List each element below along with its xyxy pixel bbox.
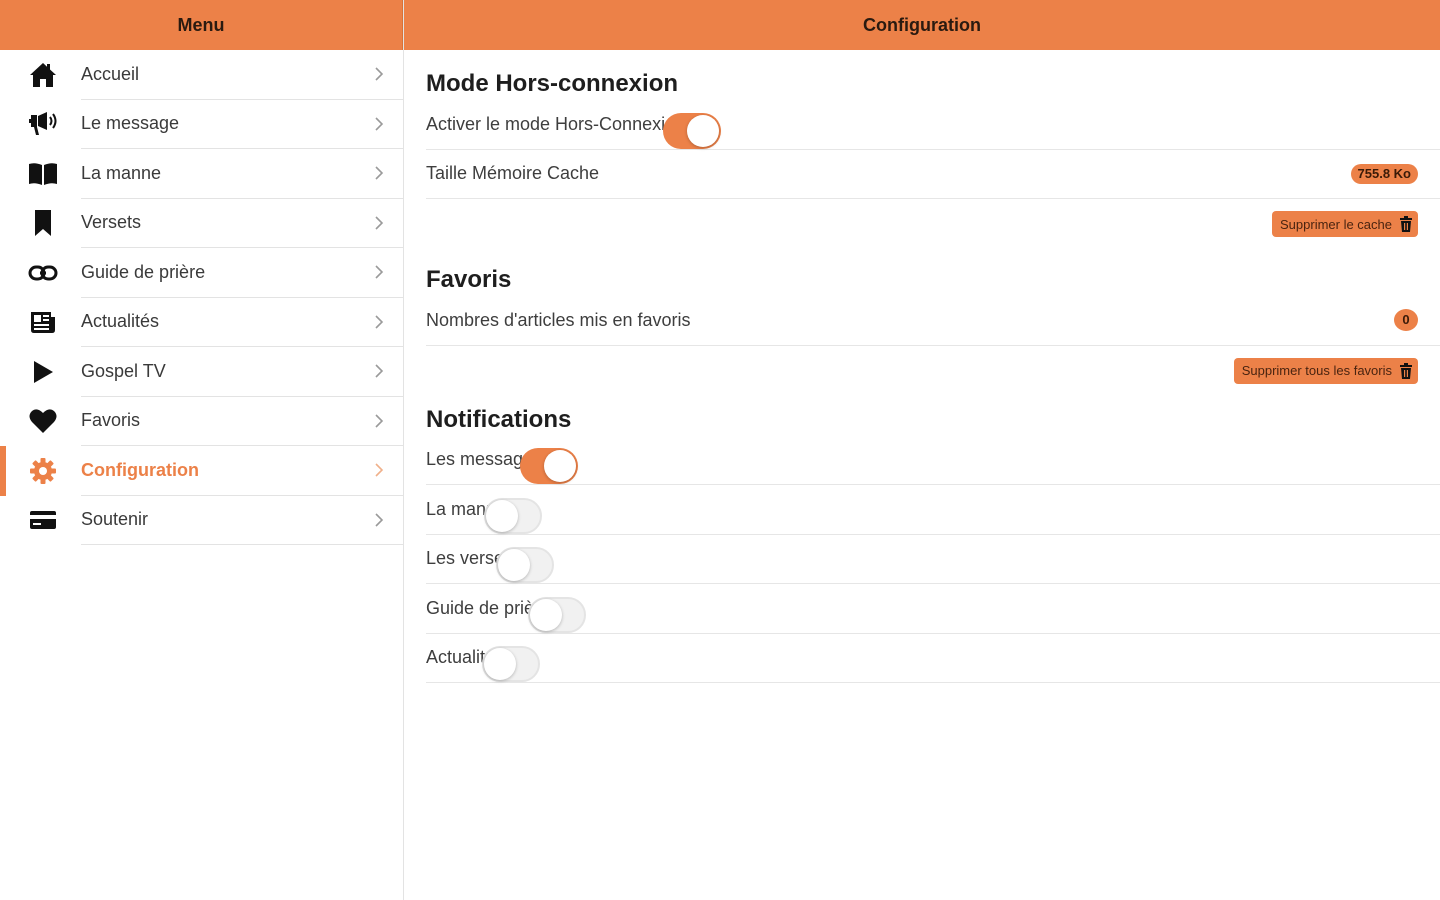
chevron-right-icon [375, 265, 384, 279]
sidebar-item-accueil[interactable]: Accueil [0, 50, 403, 100]
book-icon [28, 159, 58, 189]
sidebar-item-label: Guide de prière [81, 261, 206, 282]
main-header: Configuration [404, 0, 1440, 50]
chevron-right-icon [375, 513, 384, 527]
notif-guide-row: Guide de prière [426, 584, 1440, 634]
main-panel: Configuration Mode Hors-connexion Active… [404, 0, 1440, 900]
clear-cache-row: Supprimer le cache [426, 199, 1440, 249]
sidebar-item-label: Configuration [81, 459, 199, 480]
sidebar-item-la-manne[interactable]: La manne [0, 149, 403, 199]
sidebar-item-label: Actualités [81, 311, 160, 332]
toggle-knob [687, 114, 720, 147]
notif-versets-row: Les versets [426, 535, 1440, 584]
notif-versets-toggle[interactable] [496, 547, 555, 583]
cache-size-label: Taille Mémoire Cache [426, 163, 600, 184]
chevron-right-icon [375, 216, 384, 230]
sidebar-item-label: Soutenir [81, 509, 149, 530]
bookmark-icon [28, 208, 58, 238]
sidebar-item-configuration[interactable]: Configuration [0, 446, 403, 496]
trash-icon [1400, 362, 1412, 379]
toggle-knob [484, 648, 517, 680]
link-icon [28, 258, 58, 288]
settings-content: Mode Hors-connexion Activer le mode Hors… [426, 50, 1440, 683]
megaphone-icon [28, 109, 58, 139]
chevron-right-icon [375, 117, 384, 131]
sidebar-title: Menu [177, 14, 225, 35]
favorites-count-badge: 0 [1394, 309, 1418, 332]
section-title-notifications: Notifications [426, 405, 572, 433]
notif-manne-row: La manne [426, 485, 1440, 535]
sidebar-item-label: Favoris [81, 410, 141, 431]
favorites-count-row: Nombres d'articles mis en favoris 0 [426, 296, 1440, 346]
toggle-knob [486, 499, 519, 532]
chevron-right-icon [375, 463, 384, 477]
notif-guide-toggle[interactable] [528, 596, 587, 633]
notif-messages-row: Les messages [426, 436, 1440, 485]
sidebar-item-label: La manne [81, 162, 162, 183]
chevron-right-icon [375, 364, 384, 378]
sidebar-item-label: Gospel TV [81, 360, 166, 381]
sidebar-item-label: Versets [81, 212, 142, 233]
sidebar-item-soutenir[interactable]: Soutenir [0, 496, 403, 545]
offline-mode-label: Activer le mode Hors-Connexion [426, 113, 686, 134]
notif-messages-toggle[interactable] [520, 448, 579, 484]
toggle-knob [498, 549, 531, 581]
sidebar-item-versets[interactable]: Versets [0, 199, 403, 248]
offline-mode-row: Activer le mode Hors-Connexion [426, 100, 1440, 150]
sidebar-item-favoris[interactable]: Favoris [0, 397, 403, 446]
gear-icon [28, 456, 58, 486]
toggle-knob [544, 450, 577, 482]
toggle-knob [530, 598, 563, 631]
notif-actualites-toggle[interactable] [482, 646, 541, 682]
section-title-offline: Mode Hors-connexion [426, 70, 679, 97]
offline-mode-toggle[interactable] [663, 112, 722, 149]
newspaper-icon [28, 307, 58, 337]
heart-icon [28, 406, 58, 436]
credit-card-icon [28, 505, 58, 535]
play-icon [28, 357, 58, 387]
sidebar: Menu Accueil Le message La manne Versets… [0, 0, 404, 900]
sidebar-item-le-message[interactable]: Le message [0, 100, 403, 149]
notif-actualites-row: Actualités [426, 634, 1440, 683]
chevron-right-icon [375, 414, 384, 428]
sidebar-item-label: Accueil [81, 63, 140, 84]
sidebar-header: Menu [0, 0, 403, 50]
clear-cache-button[interactable]: Supprimer le cache [1272, 211, 1418, 237]
clear-favorites-label: Supprimer tous les favoris [1241, 363, 1392, 378]
clear-favorites-button[interactable]: Supprimer tous les favoris [1233, 357, 1418, 384]
chevron-right-icon [375, 166, 384, 180]
clear-cache-label: Supprimer le cache [1280, 216, 1392, 232]
sidebar-item-gospel-tv[interactable]: Gospel TV [0, 347, 403, 397]
cache-size-row: Taille Mémoire Cache 755.8 Ko [426, 150, 1440, 199]
home-icon [28, 60, 58, 90]
sidebar-item-guide-de-priere[interactable]: Guide de prière [0, 248, 403, 298]
favorites-count-label: Nombres d'articles mis en favoris [426, 309, 691, 330]
cache-size-badge: 755.8 Ko [1350, 163, 1418, 184]
chevron-right-icon [375, 67, 384, 81]
chevron-right-icon [375, 315, 384, 329]
trash-icon [1400, 216, 1412, 232]
page-title: Configuration [863, 14, 981, 35]
clear-favorites-row: Supprimer tous les favoris [426, 346, 1440, 396]
section-title-favorites: Favoris [426, 266, 512, 293]
sidebar-item-actualites[interactable]: Actualités [0, 298, 403, 347]
sidebar-item-label: Le message [81, 113, 180, 134]
notif-manne-toggle[interactable] [484, 497, 543, 534]
sidebar-menu: Accueil Le message La manne Versets Guid… [0, 50, 403, 545]
